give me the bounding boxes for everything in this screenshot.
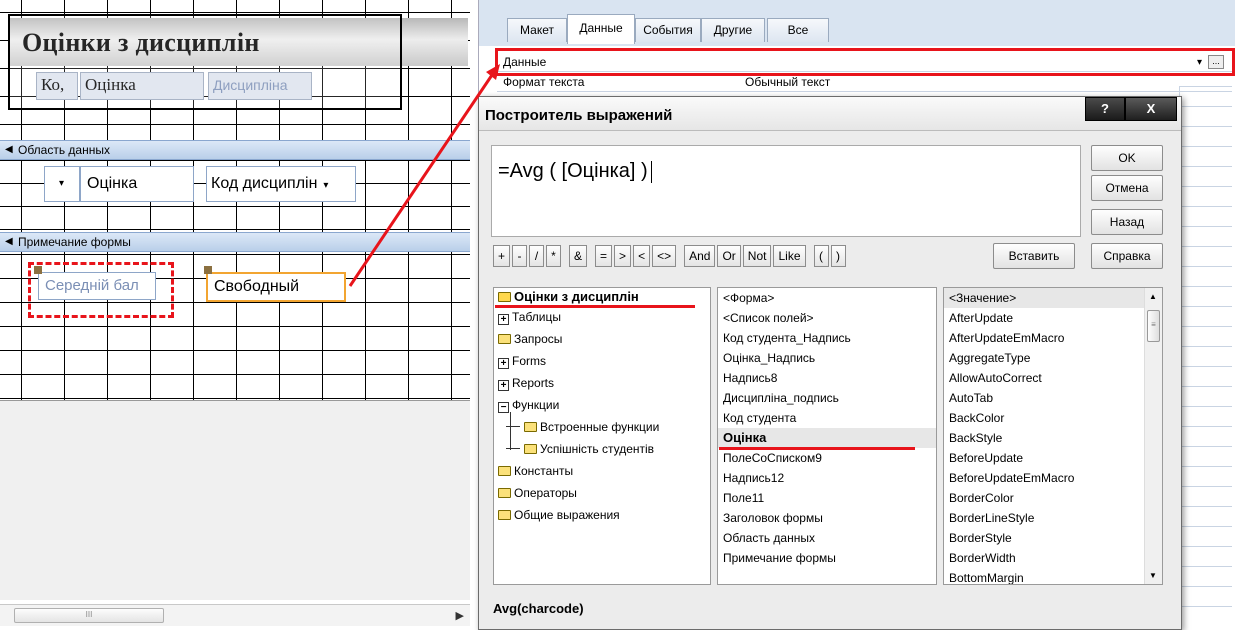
arrow-head	[486, 64, 500, 80]
pointer-arrow	[348, 64, 500, 287]
arrow-line	[348, 71, 496, 287]
